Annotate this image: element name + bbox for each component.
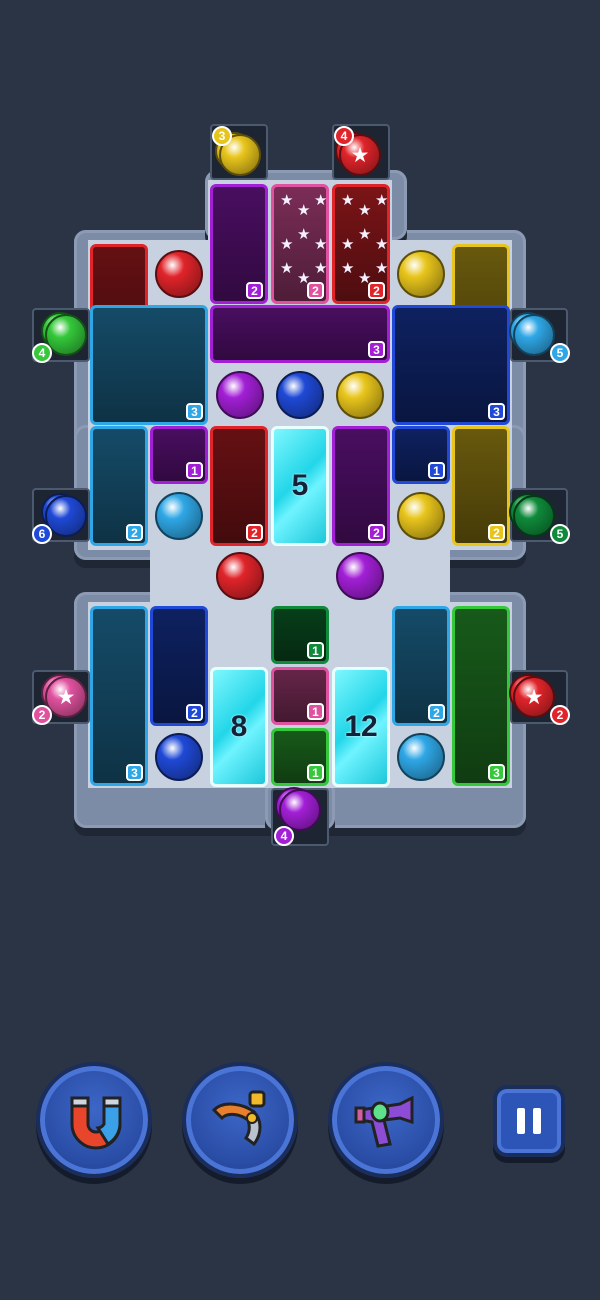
queue-count-badge: 4 bbox=[334, 126, 354, 146]
block-pink[interactable]: ★ ★ ★ ★ ★ ★ ★ ★ ★ 2 bbox=[271, 184, 329, 304]
block-red[interactable]: ★ ★ ★ ★ ★ ★ ★ ★ ★ 2 bbox=[332, 184, 390, 304]
block-count-badge: 2 bbox=[246, 524, 263, 541]
star-icon: ★ bbox=[280, 192, 294, 209]
block-count-badge: 1 bbox=[428, 462, 445, 479]
star-icon: ★ bbox=[375, 192, 389, 209]
block-count-badge: 2 bbox=[186, 704, 203, 721]
block-lightblue[interactable]: 2 bbox=[90, 426, 148, 546]
block-count-badge: 1 bbox=[186, 462, 203, 479]
ball: ★ bbox=[513, 676, 555, 718]
star-icon: ★ bbox=[375, 260, 389, 277]
ice-block: 12 bbox=[332, 667, 390, 787]
star-icon: ★ bbox=[280, 260, 294, 277]
star-icon: ★ bbox=[314, 236, 328, 253]
queue-count-badge: 5 bbox=[550, 343, 570, 363]
block-blue[interactable]: 2 bbox=[150, 606, 208, 726]
block-purple[interactable]: 3 bbox=[210, 305, 390, 363]
magnet-icon bbox=[70, 1096, 122, 1150]
block-count-badge: 1 bbox=[307, 764, 324, 781]
block-red[interactable]: 2 bbox=[210, 426, 268, 546]
queue-count-badge: 2 bbox=[32, 705, 52, 725]
star-icon: ★ bbox=[341, 236, 355, 253]
block-pink[interactable]: 1 bbox=[271, 667, 329, 725]
ball bbox=[276, 371, 324, 419]
block-count-badge: 2 bbox=[368, 282, 385, 299]
queue-count-badge: 2 bbox=[550, 705, 570, 725]
block-blue[interactable]: 3 bbox=[392, 305, 510, 425]
block-lightblue[interactable]: 2 bbox=[392, 606, 450, 726]
star-icon: ★ bbox=[375, 236, 389, 253]
block-count-badge: 2 bbox=[126, 524, 143, 541]
pause-button[interactable] bbox=[493, 1085, 565, 1157]
ray-gun-button[interactable] bbox=[328, 1062, 444, 1178]
block-count-badge: 3 bbox=[186, 403, 203, 420]
ball bbox=[513, 314, 555, 356]
block-green[interactable]: 1 bbox=[271, 728, 329, 786]
block-lightblue[interactable]: 3 bbox=[90, 606, 148, 786]
block-count-badge: 3 bbox=[488, 403, 505, 420]
star-icon: ★ bbox=[56, 685, 76, 709]
ball bbox=[397, 733, 445, 781]
block-count-badge: 2 bbox=[368, 524, 385, 541]
block-darkgreen[interactable]: 1 bbox=[271, 606, 329, 664]
claw-button[interactable] bbox=[182, 1062, 298, 1178]
star-icon: ★ bbox=[297, 202, 311, 219]
ball bbox=[155, 492, 203, 540]
block-purple[interactable]: 2 bbox=[332, 426, 390, 546]
star-icon: ★ bbox=[314, 192, 328, 209]
star-icon: ★ bbox=[280, 236, 294, 253]
ball bbox=[397, 492, 445, 540]
ball bbox=[336, 371, 384, 419]
grid-floor bbox=[150, 545, 450, 605]
queue-count-badge: 6 bbox=[32, 524, 52, 544]
block-green[interactable]: 3 bbox=[452, 606, 510, 786]
pause-icon bbox=[517, 1108, 525, 1134]
ball bbox=[216, 552, 264, 600]
block-count-badge: 2 bbox=[246, 282, 263, 299]
star-icon: ★ bbox=[297, 226, 311, 243]
magnet-button[interactable] bbox=[36, 1062, 152, 1178]
claw-icon bbox=[211, 1090, 266, 1147]
ray-gun-icon bbox=[354, 1095, 414, 1148]
block-count-badge: 3 bbox=[488, 764, 505, 781]
ball bbox=[216, 371, 264, 419]
ball bbox=[336, 552, 384, 600]
ball bbox=[155, 250, 203, 298]
star-icon: ★ bbox=[358, 202, 372, 219]
ball bbox=[279, 789, 321, 831]
block-purple[interactable]: 1 bbox=[150, 426, 208, 484]
ball bbox=[513, 495, 555, 537]
block-count-badge: 3 bbox=[126, 764, 143, 781]
block-count-badge: 2 bbox=[307, 282, 324, 299]
queue-count-badge: 3 bbox=[212, 126, 232, 146]
star-icon: ★ bbox=[341, 260, 355, 277]
ball bbox=[155, 733, 203, 781]
queue-count-badge: 4 bbox=[274, 826, 294, 846]
block-yellow[interactable]: 2 bbox=[452, 426, 510, 546]
block-lightblue[interactable]: 3 bbox=[90, 305, 208, 425]
ice-block: 8 bbox=[210, 667, 268, 787]
star-icon: ★ bbox=[341, 192, 355, 209]
ball bbox=[397, 250, 445, 298]
block-count-badge: 1 bbox=[307, 642, 324, 659]
star-icon: ★ bbox=[314, 260, 328, 277]
ice-block: 5 bbox=[271, 426, 329, 546]
queue-count-badge: 4 bbox=[32, 343, 52, 363]
block-blue[interactable]: 1 bbox=[392, 426, 450, 484]
block-count-badge: 3 bbox=[368, 341, 385, 358]
block-count-badge: 2 bbox=[488, 524, 505, 541]
star-icon: ★ bbox=[524, 685, 544, 709]
block-count-badge: 2 bbox=[428, 704, 445, 721]
queue-count-badge: 5 bbox=[550, 524, 570, 544]
block-purple[interactable]: 2 bbox=[210, 184, 268, 304]
star-icon: ★ bbox=[358, 226, 372, 243]
block-count-badge: 1 bbox=[307, 703, 324, 720]
